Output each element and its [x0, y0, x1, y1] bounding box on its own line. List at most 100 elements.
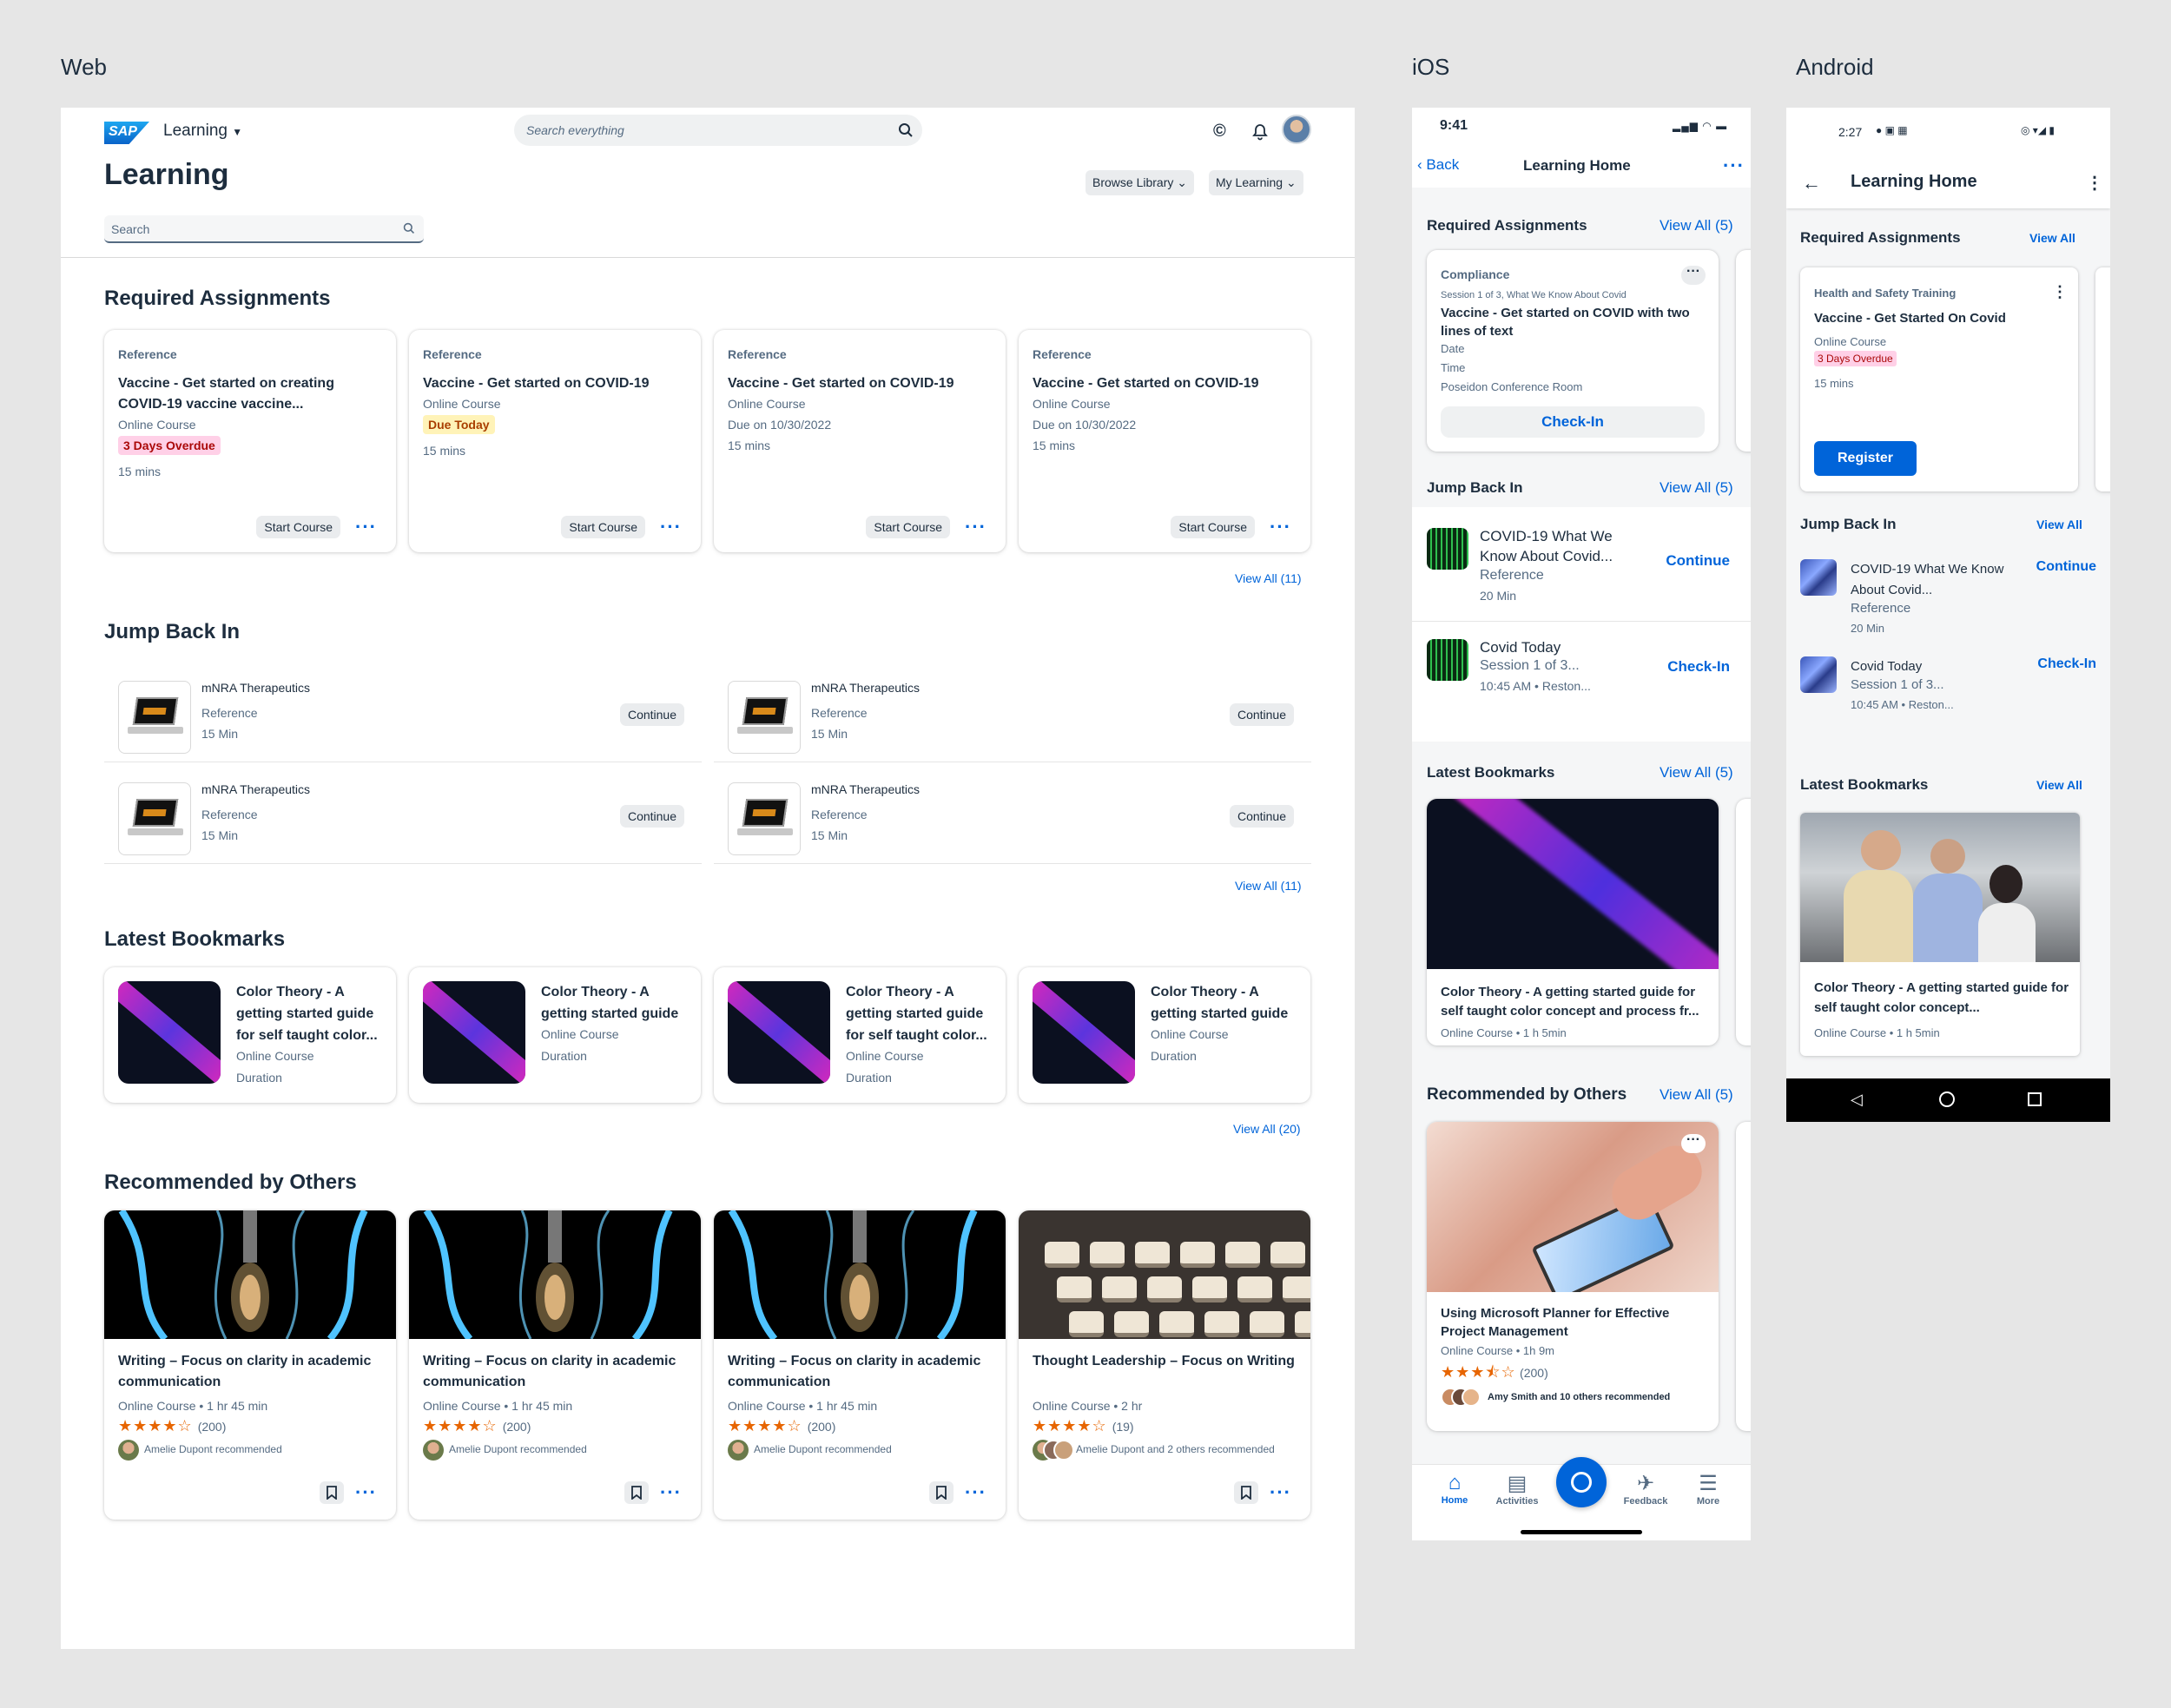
more-icon[interactable]: ··· [355, 518, 377, 537]
neon-streak-image [1427, 799, 1719, 969]
more-icon[interactable]: ··· [660, 518, 682, 537]
ios-tab-label: Activities [1495, 1496, 1539, 1507]
global-search-input[interactable]: Search everything [526, 123, 624, 137]
user-avatar[interactable] [1282, 115, 1311, 144]
ios-jump-action[interactable]: Continue [1666, 552, 1730, 570]
required-view-all-link[interactable]: View All (11) [1235, 571, 1302, 585]
start-course-button[interactable]: Start Course [1171, 516, 1255, 538]
continue-button[interactable]: Continue [1229, 703, 1294, 726]
filter-search-input[interactable]: Search [104, 215, 424, 243]
more-icon[interactable]: ··· [1681, 265, 1706, 285]
ios-back-button[interactable]: ‹ Back [1417, 156, 1459, 174]
continue-button[interactable]: Continue [619, 703, 684, 726]
bookmark-button[interactable] [320, 1481, 344, 1504]
recommended-card[interactable]: Writing – Focus on clarity in academic c… [104, 1210, 396, 1520]
ios-tab-home[interactable]: ⌂ Home [1424, 1471, 1485, 1506]
ios-tab-activities[interactable]: ▤ Activities [1487, 1471, 1547, 1507]
bookmarks-view-all-link[interactable]: View All (20) [1233, 1122, 1301, 1136]
browse-library-button[interactable]: Browse Library ⌄ [1086, 170, 1194, 195]
ios-jump-item[interactable]: Covid Today Session 1 of 3... 10:45 AM • R… [1412, 629, 1751, 733]
required-card[interactable]: Reference Vaccine - Get started on creati… [104, 330, 396, 552]
sap-logo[interactable]: SAP [104, 122, 149, 144]
jump-list-item[interactable]: mNRA Therapeutics Reference 15 Min Continue [714, 672, 1311, 762]
ios-jump-view-all[interactable]: View All (5) [1660, 479, 1733, 497]
jump-list-item[interactable]: mNRA Therapeutics Reference 15 Min Continue [104, 774, 702, 864]
start-course-button[interactable]: Start Course [561, 516, 645, 538]
ios-jump-item[interactable]: COVID-19 What We Know About Covid... Refe… [1412, 518, 1751, 622]
ios-bookmarks-view-all[interactable]: View All (5) [1660, 764, 1733, 781]
my-learning-button[interactable]: My Learning ⌄ [1209, 170, 1303, 195]
bookmark-card[interactable]: Color Theory - A getting started guide On… [1019, 967, 1310, 1103]
nav-home-icon[interactable] [1939, 1091, 1955, 1107]
android-jump-item[interactable]: COVID-19 What We Know About Covid... Refe… [1786, 559, 2110, 646]
bookmark-card[interactable]: Color Theory - A getting started guide f… [104, 967, 396, 1103]
bookmark-button[interactable] [624, 1481, 649, 1504]
android-jump-action[interactable]: Check-In [2037, 656, 2096, 672]
more-icon[interactable]: ··· [1681, 1133, 1706, 1153]
more-icon[interactable]: ··· [1270, 518, 1291, 537]
laptop-thumbnail [728, 681, 801, 754]
nav-recents-icon[interactable] [2028, 1092, 2042, 1106]
copilot-icon[interactable]: © [1213, 122, 1226, 142]
ios-recommended-view-all[interactable]: View All (5) [1660, 1086, 1733, 1104]
ios-tab-more[interactable]: ☰ More [1678, 1471, 1739, 1507]
android-jump-view-all[interactable]: View All [2036, 518, 2082, 531]
ios-bookmark-card[interactable]: Color Theory - A getting started guide f… [1427, 799, 1719, 1045]
ios-jump-title: Jump Back In [1427, 479, 1523, 496]
required-card[interactable]: Reference Vaccine - Get started on COVID-… [409, 330, 701, 552]
ios-recommended-card[interactable]: ··· Using Microsoft Planner for Effectiv… [1427, 1122, 1719, 1431]
required-card[interactable]: Reference Vaccine - Get started on COVID-… [714, 330, 1006, 552]
bookmark-button[interactable] [929, 1481, 954, 1504]
arrow-left-icon[interactable]: ← [1802, 172, 1821, 195]
ios-rec-count: (200) [1520, 1366, 1548, 1380]
recommended-card[interactable]: Thought Leadership – Focus on Writing Onl… [1019, 1210, 1310, 1520]
bell-icon[interactable] [1252, 123, 1268, 141]
android-bookmark-meta: Online Course • 1 h 5min [1814, 1026, 1940, 1039]
continue-button[interactable]: Continue [619, 805, 684, 828]
bookmark-button[interactable] [1234, 1481, 1258, 1504]
more-icon[interactable]: ··· [965, 518, 987, 537]
jump-list-item[interactable]: mNRA Therapeutics Reference 15 Min Continue [714, 774, 1311, 864]
more-icon[interactable]: ··· [660, 1483, 682, 1502]
more-icon: ☰ [1699, 1472, 1718, 1495]
android-required-view-all[interactable]: View All [2029, 231, 2075, 245]
recommended-card[interactable]: Writing – Focus on clarity in academic c… [714, 1210, 1006, 1520]
recommended-card[interactable]: Writing – Focus on clarity in academic c… [409, 1210, 701, 1520]
android-required-card[interactable]: Health and Safety Training ⋮ Vaccine - G… [1800, 267, 2078, 491]
more-icon[interactable]: ··· [1723, 156, 1745, 175]
app-menu[interactable]: Learning ▼ [163, 122, 242, 141]
android-bookmarks-view-all[interactable]: View All [2036, 778, 2082, 792]
start-course-button[interactable]: Start Course [866, 516, 950, 538]
continue-button[interactable]: Continue [1229, 805, 1294, 828]
more-icon[interactable]: ··· [1270, 1483, 1291, 1502]
start-course-button[interactable]: Start Course [256, 516, 340, 538]
jump-list-item[interactable]: mNRA Therapeutics Reference 15 Min Continue [104, 672, 702, 762]
ios-check-in-button[interactable]: Check-In [1441, 406, 1705, 438]
android-status-time: 2:27 [1838, 125, 1863, 139]
more-icon[interactable]: ··· [355, 1483, 377, 1502]
android-jump-item[interactable]: Covid Today Session 1 of 3... 10:45 AM • R… [1786, 656, 2110, 743]
more-icon[interactable]: ··· [965, 1483, 987, 1502]
search-icon[interactable] [898, 122, 914, 138]
ios-jump-action[interactable]: Check-In [1667, 658, 1730, 676]
global-search[interactable]: Search everything [514, 115, 922, 146]
android-jump-action[interactable]: Continue [2036, 559, 2096, 575]
bookmark-card[interactable]: Color Theory - A getting started guide f… [714, 967, 1006, 1103]
ios-required-view-all[interactable]: View All (5) [1660, 217, 1733, 234]
joule-assistant-button[interactable] [1556, 1457, 1607, 1507]
ios-required-card[interactable]: Compliance ··· Session 1 of 3, What We K… [1427, 250, 1719, 452]
required-assignments-title: Required Assignments [104, 287, 331, 310]
required-card[interactable]: Reference Vaccine - Get started on COVID-… [1019, 330, 1310, 552]
search-icon[interactable] [403, 222, 415, 234]
bookmark-card[interactable]: Color Theory - A getting started guide On… [409, 967, 701, 1103]
ios-tab-label: Home [1441, 1495, 1468, 1506]
android-bookmark-card[interactable]: Color Theory - A getting started guide f… [1800, 813, 2080, 1056]
android-jump-title: Jump Back In [1800, 516, 1897, 532]
register-button[interactable]: Register [1814, 441, 1917, 476]
nav-back-icon[interactable]: ◁ [1851, 1091, 1863, 1109]
ios-tab-feedback[interactable]: ✈ Feedback [1615, 1471, 1676, 1507]
home-indicator [1521, 1530, 1642, 1534]
jump-view-all-link[interactable]: View All (11) [1235, 879, 1302, 893]
more-vertical-icon[interactable]: ⋮ [2052, 283, 2068, 301]
more-vertical-icon[interactable]: ⋮ [2086, 172, 2103, 194]
